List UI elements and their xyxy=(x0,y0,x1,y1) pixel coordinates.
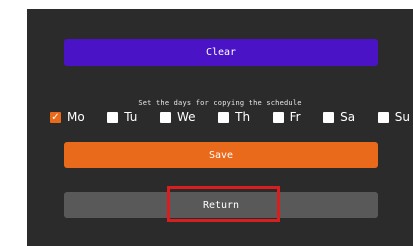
day-checkbox-su[interactable] xyxy=(377,111,389,123)
day-option-tu[interactable]: Tu xyxy=(107,110,137,124)
day-label-th: Th xyxy=(235,110,251,124)
day-label-su: Su xyxy=(394,110,410,124)
day-checkbox-mo[interactable]: ✓ xyxy=(50,111,61,123)
day-checkbox-fr[interactable] xyxy=(272,111,284,123)
day-checkbox-th[interactable] xyxy=(218,111,230,123)
day-checkbox-sa[interactable] xyxy=(323,111,335,123)
copy-days-instruction: Set the days for copying the schedule xyxy=(138,99,302,107)
checkmark-icon: ✓ xyxy=(51,111,60,123)
day-label-fr: Fr xyxy=(289,110,301,124)
day-option-th[interactable]: Th xyxy=(218,110,250,124)
day-option-su[interactable]: Su xyxy=(377,110,410,124)
day-checkbox-we[interactable] xyxy=(159,111,171,123)
day-option-sa[interactable]: Sa xyxy=(323,110,355,124)
day-label-we: We xyxy=(176,110,196,124)
day-label-sa: Sa xyxy=(340,110,356,124)
save-button[interactable]: Save xyxy=(64,142,378,168)
return-button-highlight xyxy=(167,186,280,222)
clear-button[interactable]: Clear xyxy=(64,39,378,66)
day-label-tu: Tu xyxy=(124,110,138,124)
day-option-fr[interactable]: Fr xyxy=(272,110,301,124)
day-option-we[interactable]: We xyxy=(159,110,196,124)
day-checkbox-tu[interactable] xyxy=(107,111,119,123)
day-option-mo[interactable]: ✓ Mo xyxy=(50,110,85,124)
copy-schedule-panel: Clear Set the days for copying the sched… xyxy=(27,9,413,246)
day-label-mo: Mo xyxy=(67,110,85,124)
day-selector: ✓ Mo Tu We Th Fr Sa Su xyxy=(50,110,410,124)
